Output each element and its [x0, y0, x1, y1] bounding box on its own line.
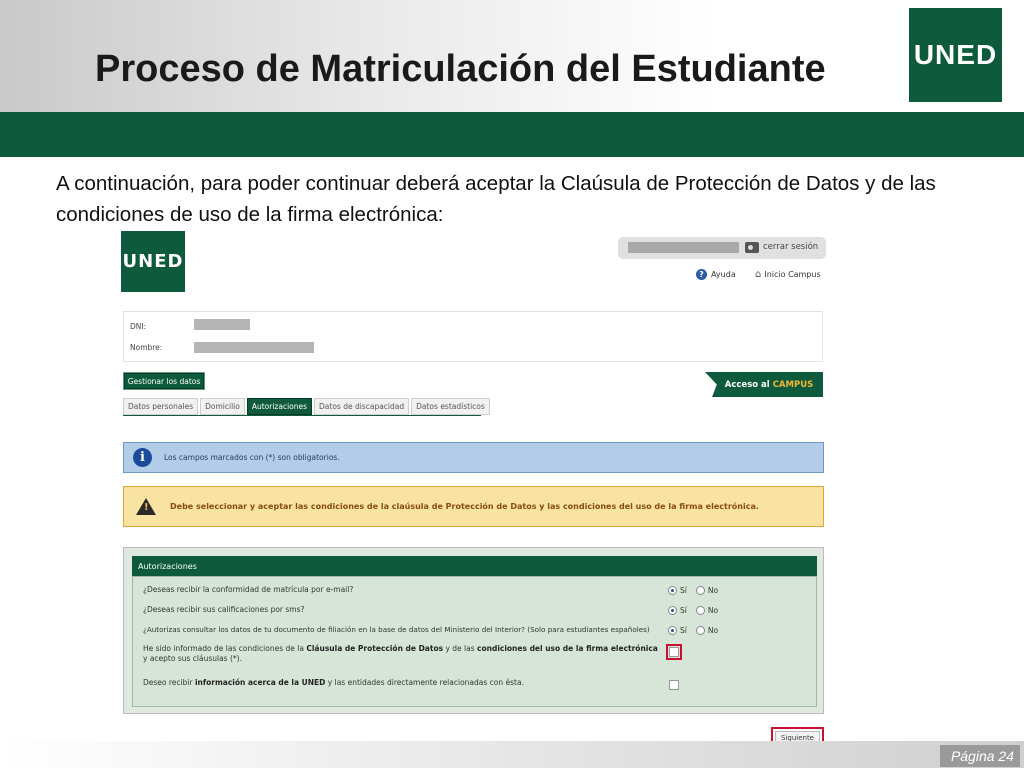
radio-sms-yes[interactable]	[668, 606, 677, 615]
accept-data-protection-checkbox[interactable]	[666, 644, 682, 660]
tab-address[interactable]: Domicilio	[200, 398, 245, 415]
campus-access-button[interactable]: Acceso al CAMPUS	[705, 372, 823, 397]
radio-group-email: Sí No	[668, 586, 718, 595]
warning-text: Debe seleccionar y aceptar las condicion…	[170, 501, 759, 511]
question-uned-info: Deseo recibir información acerca de la U…	[143, 678, 663, 688]
home-link[interactable]: ⌂ Inicio Campus	[755, 269, 821, 280]
intro-text: A continuación, para poder continuar deb…	[56, 172, 936, 226]
uned-app-logo: UNED	[121, 231, 185, 292]
dni-label: DNI:	[130, 322, 147, 331]
e-signature-conditions-link: condiciones del uso de la firma electrón…	[477, 644, 658, 653]
radio-group-ministry: Sí No	[668, 626, 718, 635]
question-ministry: ¿Autorizas consultar los datos de tu doc…	[143, 625, 650, 634]
redacted-name	[194, 342, 314, 353]
radio-group-sms: Sí No	[668, 606, 718, 615]
campus-button-accent: CAMPUS	[772, 379, 814, 390]
question-sms: ¿Deseas recibir sus calificaciones por s…	[143, 605, 305, 614]
tab-authorizations[interactable]: Autorizaciones	[246, 398, 313, 415]
radio-email-no[interactable]	[695, 586, 705, 595]
radio-sms-no[interactable]	[695, 606, 705, 615]
radio-ministry-yes[interactable]	[668, 626, 677, 635]
tabs-underline	[123, 415, 481, 416]
key-icon	[745, 242, 759, 253]
redacted-username	[628, 242, 739, 253]
page-number: Página 24	[940, 745, 1020, 767]
uned-logo: UNED	[909, 8, 1002, 102]
q5-part-a: Deseo recibir	[143, 678, 195, 687]
manage-data-button[interactable]: Gestionar los datos	[123, 372, 205, 390]
home-label: Inicio Campus	[764, 270, 821, 279]
radio-label-no: No	[707, 606, 719, 615]
slide-title: Proceso de Matriculación del Estudiante	[95, 48, 826, 90]
name-label: Nombre:	[130, 343, 163, 352]
tab-disability[interactable]: Datos de discapacidad	[314, 398, 410, 415]
redacted-dni	[194, 319, 250, 330]
slide-footer	[0, 741, 1024, 768]
data-protection-clause-link: Cláusula de Protección de Datos	[306, 644, 444, 653]
tab-bar: Datos personales Domicilio Autorizacione…	[123, 398, 490, 415]
authorizations-body: ¿Deseas recibir la conformidad de matríc…	[132, 576, 817, 707]
question-data-protection: He sido informado de las condiciones de …	[143, 644, 663, 664]
q4-part-c: y de las	[443, 644, 478, 653]
help-link[interactable]: ? Ayuda	[696, 269, 736, 280]
radio-label-yes: Sí	[680, 626, 687, 635]
authorizations-panel: Autorizaciones ¿Deseas recibir la confor…	[123, 547, 824, 714]
authorizations-title: Autorizaciones	[132, 556, 817, 576]
info-icon: i	[133, 448, 152, 467]
embedded-screenshot: UNED cerrar sesión ? Ayuda ⌂ Inicio Camp…	[115, 228, 833, 751]
info-message: i Los campos marcados con (*) son obliga…	[123, 442, 824, 473]
q4-part-e: y acepto sus cláusulas (*).	[143, 654, 242, 663]
question-email: ¿Deseas recibir la conformidad de matríc…	[143, 585, 354, 594]
warning-message: ! Debe seleccionar y aceptar las condici…	[123, 486, 824, 527]
warning-icon: !	[136, 498, 156, 515]
radio-label-yes: Sí	[680, 606, 687, 615]
radio-email-yes[interactable]	[668, 586, 677, 595]
uned-info-checkbox[interactable]	[669, 680, 679, 690]
student-info-box: DNI: Nombre:	[123, 311, 823, 362]
home-icon: ⌂	[755, 269, 762, 280]
radio-label-no: No	[707, 586, 719, 595]
session-bar: cerrar sesión	[618, 237, 826, 259]
tab-personal-data[interactable]: Datos personales	[123, 398, 199, 415]
info-text: Los campos marcados con (*) son obligato…	[164, 453, 340, 462]
logout-link[interactable]: cerrar sesión	[763, 242, 818, 252]
q5-part-b: información acerca de la UNED	[194, 678, 326, 687]
tab-statistics[interactable]: Datos estadísticos	[411, 398, 490, 415]
radio-label-yes: Sí	[680, 586, 687, 595]
q5-part-c: y las entidades directamente relacionada…	[325, 678, 524, 687]
help-icon: ?	[696, 269, 707, 280]
radio-ministry-no[interactable]	[695, 626, 705, 635]
help-label: Ayuda	[711, 270, 736, 279]
q4-part-a: He sido informado de las condiciones de …	[143, 644, 307, 653]
campus-button-prefix: Acceso al	[724, 379, 770, 390]
title-band	[0, 112, 1024, 157]
radio-label-no: No	[707, 626, 719, 635]
